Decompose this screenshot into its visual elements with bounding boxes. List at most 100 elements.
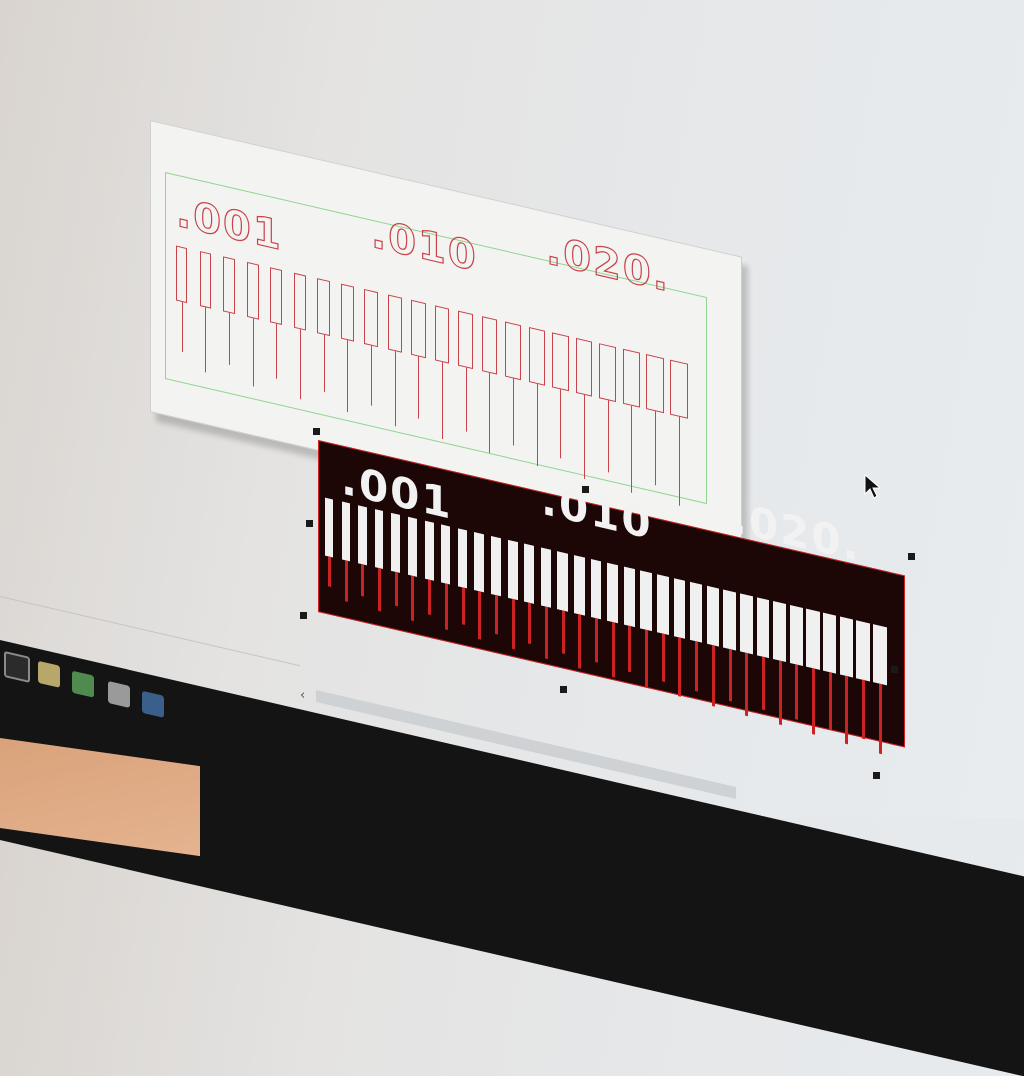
outline-tooth-stem <box>631 405 633 493</box>
outline-tooth-stem <box>347 340 349 413</box>
filled-tooth <box>690 581 703 643</box>
outline-tooth-stem <box>299 329 301 400</box>
outline-tooth <box>246 261 259 320</box>
filled-tooth <box>358 505 367 566</box>
outline-tooth <box>481 316 498 375</box>
window-icon[interactable] <box>4 650 30 683</box>
filled-tooth-stem <box>695 641 699 692</box>
selection-handle-mid-left[interactable] <box>306 520 313 527</box>
outline-tooth <box>622 348 641 408</box>
filled-tooth <box>856 620 870 682</box>
outline-tooth <box>387 294 402 353</box>
filled-tooth-stem <box>628 625 632 673</box>
outline-tooth-stem <box>465 367 467 433</box>
filled-tooth <box>789 604 803 666</box>
filled-tooth-stem <box>544 606 548 659</box>
filled-tooth <box>457 528 468 589</box>
filled-tooth-stem <box>411 575 415 621</box>
outline-tooth-stem <box>655 411 656 486</box>
outline-tooth <box>176 245 187 304</box>
filled-tooth <box>408 516 417 577</box>
filled-tooth-stem <box>845 675 849 745</box>
filled-tooth <box>574 555 585 616</box>
filled-tooth-stem <box>761 656 765 711</box>
filled-tooth-stem <box>378 567 382 612</box>
filled-tooth <box>640 570 652 632</box>
outline-tooth <box>270 267 283 326</box>
filled-tooth <box>540 547 552 608</box>
filled-tooth-stem <box>745 652 749 716</box>
filled-tooth-stem <box>878 683 882 754</box>
outline-tooth-stem <box>512 378 514 446</box>
outline-tooth <box>434 305 450 364</box>
filled-tooth <box>424 520 434 581</box>
filled-tooth <box>391 512 401 573</box>
outline-tooth <box>458 310 474 370</box>
filled-tooth-stem <box>428 579 432 616</box>
outline-tooth-stem <box>441 361 443 440</box>
selection-handle-top-right[interactable] <box>908 553 915 560</box>
outline-tooth-stem <box>489 372 491 453</box>
filled-tooth-stem <box>661 633 665 683</box>
selection-handle-top-mid[interactable] <box>582 486 589 493</box>
outline-tooth <box>411 299 426 359</box>
filled-tooth <box>839 616 854 678</box>
filled-tooth <box>673 578 686 639</box>
scroll-left-arrow-icon[interactable]: ‹ <box>300 688 305 703</box>
filled-tooth <box>590 558 602 620</box>
filled-tooth-stem <box>461 587 465 626</box>
filled-tooth-stem <box>528 602 532 645</box>
outline-tooth-stem <box>323 334 325 393</box>
filled-tooth-stem <box>862 679 866 740</box>
inkscape-icon[interactable] <box>142 690 164 718</box>
filled-tooth-stem <box>728 648 732 702</box>
filled-tooth-stem <box>795 664 799 721</box>
filled-tooth <box>341 501 350 562</box>
filled-tooth-stem <box>328 556 331 588</box>
outline-tooth <box>669 359 688 419</box>
filled-tooth-stem <box>494 594 498 635</box>
filled-tooth <box>723 589 736 651</box>
filled-tooth-stem <box>595 617 599 664</box>
filled-tooth <box>773 601 787 663</box>
filled-tooth <box>325 497 333 558</box>
selection-handle-mid-right[interactable] <box>891 666 898 673</box>
outline-tooth-stem <box>228 312 230 366</box>
filled-tooth <box>507 539 518 601</box>
filled-tooth-stem <box>394 571 398 607</box>
outline-tooth-stem <box>536 383 538 467</box>
label-020-filled: .020. <box>731 492 861 572</box>
outline-tooth <box>599 343 617 403</box>
filled-tooth-stem <box>344 560 348 602</box>
folder-icon[interactable] <box>38 660 60 688</box>
outline-tooth <box>505 321 521 381</box>
selection-handle-bottom-mid[interactable] <box>560 686 567 693</box>
filled-tooth <box>872 624 887 686</box>
outline-tooth <box>646 354 664 414</box>
filled-tooth <box>524 543 535 604</box>
selection-handle-bottom-right[interactable] <box>873 772 880 779</box>
outline-tooth <box>364 288 378 348</box>
filled-tooth <box>557 551 568 612</box>
outline-tooth <box>340 283 354 342</box>
selection-handle-bottom-left[interactable] <box>300 612 307 619</box>
outline-tooth-stem <box>370 345 372 406</box>
filled-tooth-stem <box>678 637 682 697</box>
outline-tooth-stem <box>560 389 562 459</box>
filled-tooth <box>806 608 820 670</box>
calculator-icon[interactable] <box>108 680 130 709</box>
filled-tooth-stem <box>711 644 715 707</box>
outline-tooth <box>552 332 569 392</box>
filled-tooth-stem <box>828 671 832 730</box>
filled-tooth <box>623 566 636 628</box>
filled-tooth-stem <box>812 668 815 735</box>
outline-tooth-stem <box>583 394 585 480</box>
filled-tooth <box>706 585 719 647</box>
outline-tooth <box>528 326 545 386</box>
selection-handle-top-left[interactable] <box>313 428 320 435</box>
filled-tooth-stem <box>561 610 565 654</box>
outline-tooth <box>199 250 211 309</box>
outline-tooth-stem <box>205 307 207 373</box>
app-icon[interactable] <box>72 670 94 698</box>
filled-tooth <box>657 574 669 635</box>
